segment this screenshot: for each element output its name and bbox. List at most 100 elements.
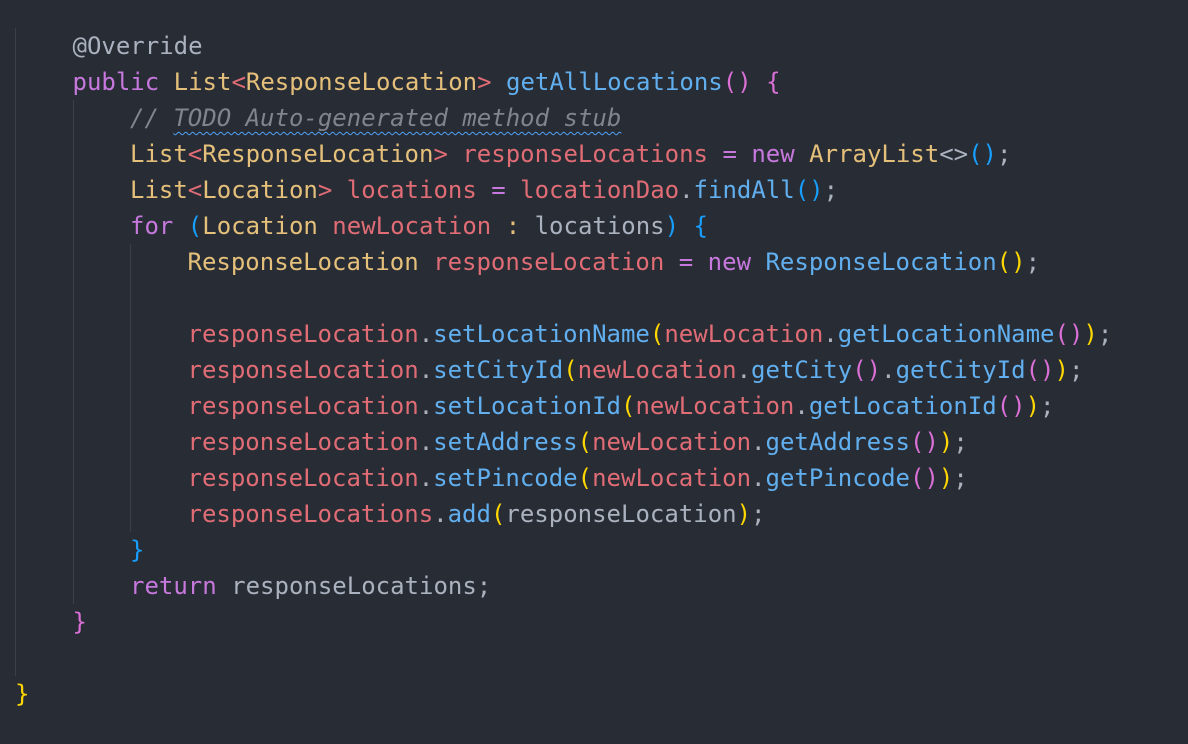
code-token-method: setLocationName bbox=[433, 320, 650, 348]
code-line[interactable]: public List<ResponseLocation> getAllLoca… bbox=[73, 64, 781, 100]
code-token-method: setCityId bbox=[433, 356, 564, 384]
code-token-method: findAll bbox=[693, 176, 795, 204]
code-token-plain: ; bbox=[476, 572, 492, 600]
code-token-variable: > bbox=[477, 68, 492, 96]
code-token-method: ResponseLocation bbox=[765, 248, 997, 276]
code-token-plain: . bbox=[433, 500, 448, 528]
code-line[interactable]: } bbox=[73, 604, 87, 640]
code-token-plain: . bbox=[751, 428, 766, 456]
code-token-bracket-purple: () bbox=[996, 392, 1026, 420]
code-token-variable: newLocation bbox=[577, 356, 737, 384]
code-token-plain: . bbox=[418, 464, 434, 492]
code-token-bracket-yellow: } bbox=[15, 680, 30, 708]
code-line[interactable]: responseLocation.setLocationId(newLocati… bbox=[188, 388, 1055, 424]
code-token-variable: newLocation bbox=[664, 320, 824, 348]
code-editor[interactable]: @Override public List<ResponseLocation> g… bbox=[0, 0, 1188, 744]
code-token-variable: responseLocation bbox=[187, 320, 419, 348]
code-line[interactable]: responseLocation.setCityId(newLocation.g… bbox=[188, 352, 1084, 388]
code-token-variable: newLocation bbox=[592, 464, 752, 492]
code-token-bracket-purple: { bbox=[766, 68, 781, 96]
code-token-variable: < bbox=[231, 68, 246, 96]
code-token-keyword: = bbox=[722, 140, 737, 168]
code-token-bracket-yellow: () bbox=[996, 248, 1026, 276]
code-token-variable: responseLocation bbox=[187, 464, 419, 492]
code-line[interactable]: responseLocations.add(responseLocation); bbox=[188, 496, 766, 532]
code-token-bracket-blue: { bbox=[693, 212, 708, 240]
code-token-bracket-yellow: ( bbox=[577, 428, 593, 456]
code-token-bracket-blue: () bbox=[794, 176, 824, 204]
code-token-plain: responseLocations bbox=[231, 572, 477, 600]
code-token-keyword: return bbox=[130, 572, 232, 600]
code-token-variable: responseLocations bbox=[447, 140, 723, 168]
code-line[interactable]: responseLocation.setAddress(newLocation.… bbox=[188, 424, 968, 460]
code-token-plain: ; bbox=[1025, 248, 1041, 276]
code-token-bracket-blue: ( bbox=[187, 212, 203, 240]
code-token-plain: . bbox=[418, 356, 434, 384]
code-line[interactable]: for (Location newLocation : locations) { bbox=[130, 208, 708, 244]
code-token-variable: responseLocation bbox=[187, 392, 419, 420]
code-token-bracket-yellow: ( bbox=[649, 320, 665, 348]
code-line[interactable]: return responseLocations; bbox=[130, 568, 491, 604]
code-line[interactable]: List<Location> locations = locationDao.f… bbox=[130, 172, 838, 208]
code-token-type: ArrayList bbox=[809, 140, 940, 168]
code-token-bracket-yellow: ( bbox=[490, 500, 506, 528]
code-line[interactable]: List<ResponseLocation> responseLocations… bbox=[130, 136, 1011, 172]
code-token-plain: ; bbox=[823, 176, 839, 204]
code-token-plain: . bbox=[751, 464, 766, 492]
code-token-plain: . bbox=[736, 356, 752, 384]
code-token-keyword: public bbox=[72, 68, 174, 96]
code-line[interactable]: responseLocation.setPincode(newLocation.… bbox=[188, 460, 968, 496]
code-token-variable: locations bbox=[332, 176, 492, 204]
code-token-type: ResponseLocation bbox=[187, 248, 419, 276]
code-token-type: List bbox=[130, 176, 188, 204]
code-token-bracket-yellow: ( bbox=[620, 392, 636, 420]
code-token-plain: ; bbox=[1040, 392, 1055, 420]
code-token-plain: . bbox=[881, 356, 896, 384]
code-token-type: List bbox=[130, 140, 188, 168]
code-token-variable: < bbox=[187, 176, 203, 204]
code-token-method: getCityId bbox=[895, 356, 1026, 384]
code-token-plain: ; bbox=[997, 140, 1012, 168]
code-token-keyword: new bbox=[693, 248, 766, 276]
code-token-plain: locations bbox=[520, 212, 665, 240]
code-token-type: Location bbox=[202, 176, 318, 204]
code-token-bracket-yellow: ( bbox=[577, 464, 593, 492]
code-token-method: setPincode bbox=[433, 464, 578, 492]
code-token-keyword: for bbox=[130, 212, 188, 240]
code-token-variable: > bbox=[433, 140, 448, 168]
code-token-plain: ; bbox=[1097, 320, 1113, 348]
code-token-method: add bbox=[447, 500, 491, 528]
indent-guide bbox=[15, 28, 16, 676]
code-line[interactable]: ResponseLocation responseLocation = new … bbox=[188, 244, 1041, 280]
code-line[interactable]: } bbox=[15, 676, 29, 712]
code-token-method: getLocationName bbox=[837, 320, 1055, 348]
code-token-variable: responseLocation bbox=[187, 428, 419, 456]
code-token-plain: . bbox=[823, 320, 838, 348]
code-line[interactable]: @Override bbox=[73, 28, 203, 64]
code-token-comment: TODO Auto-generated method stub bbox=[173, 104, 622, 132]
code-token-variable: responseLocation bbox=[418, 248, 679, 276]
indent-guide bbox=[130, 244, 131, 532]
code-token-bracket-yellow: ) bbox=[938, 428, 954, 456]
code-token-plain: ; bbox=[953, 428, 968, 456]
code-token-keyword: = bbox=[491, 176, 506, 204]
code-token-variable: newLocation bbox=[592, 428, 752, 456]
code-token-variable: newLocation bbox=[635, 392, 795, 420]
code-token-bracket-purple: () bbox=[910, 464, 939, 492]
code-token-bracket-purple: () bbox=[1025, 356, 1055, 384]
code-token-bracket-yellow: ) bbox=[1054, 356, 1069, 384]
code-token-comment: // bbox=[130, 104, 174, 132]
code-token-plain: ; bbox=[953, 464, 968, 492]
code-token-variable: responseLocation bbox=[187, 356, 419, 384]
code-token-plain: . bbox=[679, 176, 694, 204]
code-token-bracket-blue: () bbox=[968, 140, 997, 168]
code-line[interactable]: // TODO Auto-generated method stub bbox=[130, 100, 621, 136]
code-line[interactable]: } bbox=[130, 532, 144, 568]
code-token-bracket-purple: () bbox=[1054, 320, 1084, 348]
code-token-type: : bbox=[505, 212, 521, 240]
code-token-method: getAddress bbox=[765, 428, 911, 456]
code-line[interactable]: responseLocation. setLocationName(newLoca… bbox=[188, 316, 1113, 352]
